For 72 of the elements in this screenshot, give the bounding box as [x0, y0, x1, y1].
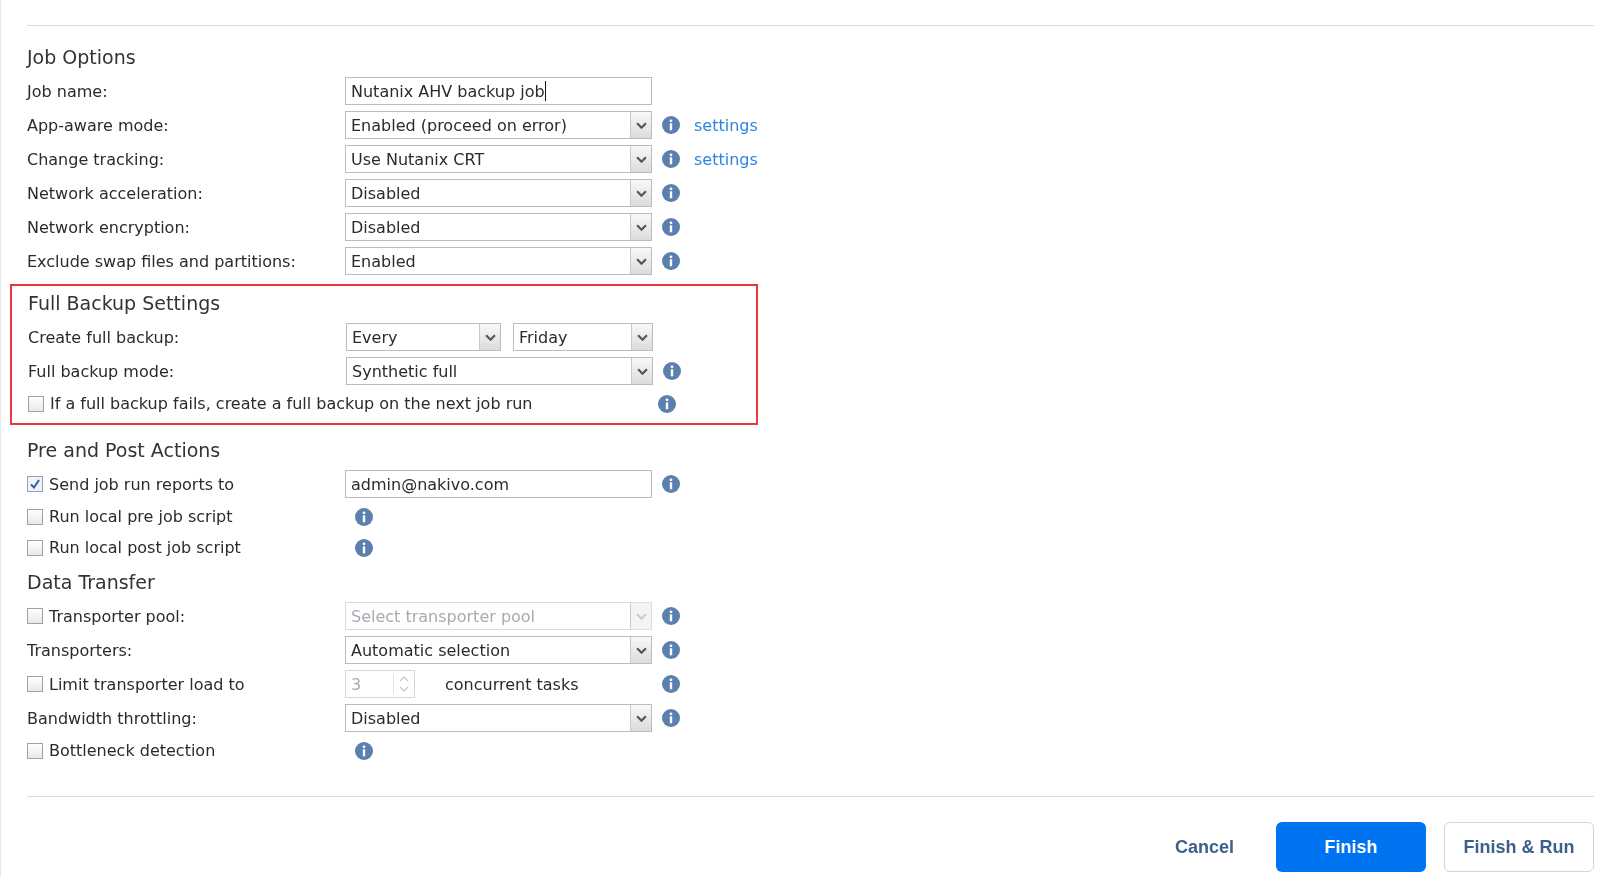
chevron-down-icon — [635, 257, 647, 265]
section-title: Pre and Post Actions — [27, 438, 221, 463]
field-label: Bottleneck detection — [49, 741, 216, 760]
dropdown[interactable]: Disabled — [345, 704, 652, 732]
field-label: Create full backup: — [28, 327, 180, 347]
checkbox[interactable] — [27, 508, 43, 525]
field-label: Transporters: — [27, 640, 133, 660]
settings-link[interactable]: settings — [694, 149, 758, 169]
chevron-down-icon — [635, 121, 647, 129]
finish-and-run-button[interactable]: Finish & Run — [1444, 822, 1594, 872]
chevron-down-icon — [635, 189, 647, 197]
text-field[interactable]: Nutanix AHV backup job — [345, 77, 652, 105]
field-label: If a full backup fails, create a full backup on the next job run — [50, 394, 533, 413]
section-title: Data Transfer — [27, 570, 155, 595]
dropdown[interactable]: Disabled — [345, 179, 652, 207]
dropdown[interactable]: Synthetic full — [346, 357, 653, 385]
chevron-down-icon — [636, 367, 648, 375]
info-icon[interactable] — [662, 475, 680, 493]
info-icon[interactable] — [662, 184, 680, 202]
section-title: Job Options — [27, 45, 136, 70]
field-label: Bandwidth throttling: — [27, 708, 197, 728]
info-icon[interactable] — [658, 394, 676, 413]
field-label: Exclude swap files and partitions: — [27, 251, 296, 271]
section-title: Full Backup Settings — [28, 291, 221, 316]
checkbox[interactable] — [27, 608, 43, 624]
checkbox[interactable] — [27, 742, 43, 759]
field-label: Job name: — [27, 81, 108, 101]
info-icon[interactable] — [662, 252, 680, 270]
chevron-down-icon — [635, 155, 647, 163]
field-label: Network acceleration: — [27, 183, 203, 203]
info-icon[interactable] — [662, 675, 680, 693]
field-label: Limit transporter load to — [49, 674, 245, 694]
dropdown[interactable]: Friday — [513, 323, 653, 351]
info-icon[interactable] — [355, 538, 373, 557]
chevron-down-icon — [636, 333, 648, 341]
info-icon[interactable] — [662, 218, 680, 236]
checkbox[interactable] — [27, 539, 43, 556]
field-label: Run local pre job script — [49, 507, 233, 526]
info-icon[interactable] — [355, 507, 373, 526]
field-label: Network encryption: — [27, 217, 190, 237]
info-icon[interactable] — [663, 362, 681, 380]
checkbox[interactable] — [28, 395, 44, 412]
field-label: concurrent tasks — [445, 674, 579, 694]
dropdown[interactable]: Disabled — [345, 213, 652, 241]
cancel-button[interactable]: Cancel — [1150, 822, 1258, 872]
dropdown[interactable]: Enabled — [345, 247, 652, 275]
field-label: Change tracking: — [27, 149, 165, 169]
finish-button[interactable]: Finish — [1276, 822, 1426, 872]
checkbox[interactable] — [27, 676, 43, 692]
dropdown[interactable]: Every — [346, 323, 501, 351]
field-label: Send job run reports to — [49, 474, 235, 494]
info-icon[interactable] — [662, 150, 680, 168]
chevron-down-icon — [635, 612, 647, 620]
chevron-down-icon — [635, 646, 647, 654]
info-icon[interactable] — [662, 641, 680, 659]
chevron-down-icon — [635, 714, 647, 722]
dropdown[interactable]: Use Nutanix CRT — [345, 145, 652, 173]
field-label: Full backup mode: — [28, 361, 175, 381]
chevron-down-icon — [635, 223, 647, 231]
info-icon[interactable] — [662, 709, 680, 727]
text-field[interactable]: admin@nakivo.com — [345, 470, 652, 498]
dropdown[interactable]: Enabled (proceed on error) — [345, 111, 652, 139]
dropdown[interactable]: Automatic selection — [345, 636, 652, 664]
field-label: Transporter pool: — [49, 606, 186, 626]
info-icon[interactable] — [662, 607, 680, 625]
settings-link[interactable]: settings — [694, 115, 758, 135]
field-label: Run local post job script — [49, 538, 241, 557]
checkbox[interactable] — [27, 476, 43, 492]
info-icon[interactable] — [355, 741, 373, 760]
chevron-down-icon — [484, 333, 496, 341]
field-label: App-aware mode: — [27, 115, 169, 135]
info-icon[interactable] — [662, 116, 680, 134]
